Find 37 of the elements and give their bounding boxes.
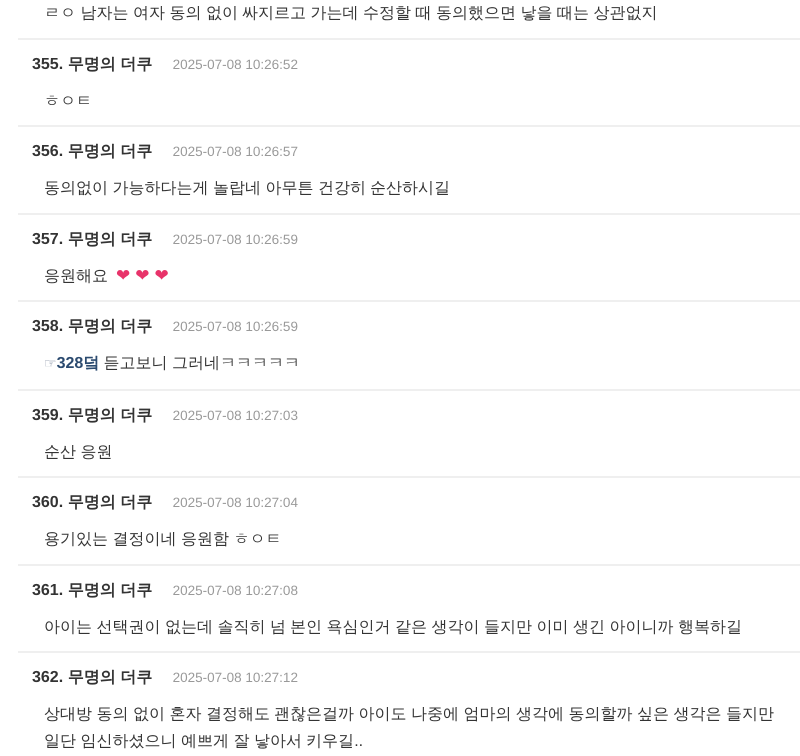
reply-link[interactable]: ☞328덬 (44, 355, 100, 372)
heart-icon: ❤ (154, 266, 169, 286)
comment-number: 355. (32, 54, 64, 74)
author-name: 무명의 더쿠 (68, 317, 153, 337)
comment-number: 362. (32, 668, 64, 688)
comment-text: ☞328덬 듣고보니 그러네ㅋㅋㅋㅋㅋ (44, 354, 300, 374)
comment-text: 응원해요 (44, 266, 108, 286)
comment-text: 상대방 동의 없이 혼자 결정해도 괜찮은걸까 아이도 나중에 엄마의 생각에 동의할까 싶은 생각은 들지만 일단 임신하셨으니 예쁘게 잘 낳아서 키우길.. (44, 705, 775, 752)
author-name: 무명의 더쿠 (68, 406, 153, 426)
heart-icon: ❤ (135, 266, 150, 286)
comment-text: 동의없이 가능하다는게 놀랍네 아무튼 건강히 순산하시길 (44, 179, 450, 199)
comment-text: 용기있는 결정이네 응원함 ㅎㅇㅌ (44, 530, 282, 550)
author-name: 무명의 더쿠 (68, 668, 153, 688)
comment-text: 순산 응원 (44, 442, 112, 462)
comment-text: 아이는 선택권이 없는데 솔직히 넘 본인 욕심인거 같은 생각이 들지만 이미 생긴 아이니까 행복하길 (44, 618, 742, 638)
comment-text: ㅎㅇㅌ (44, 92, 92, 112)
comment-timestamp: 2025-07-08 10:27:04 (172, 494, 298, 512)
comment-number: 359. (32, 406, 64, 426)
comment-number: 360. (32, 493, 64, 513)
author-name: 무명의 더쿠 (68, 580, 153, 600)
comment-timestamp: 2025-07-08 10:26:57 (172, 143, 298, 161)
comment-number: 358. (32, 317, 64, 337)
author-name: 무명의 더쿠 (68, 54, 153, 74)
comment-timestamp: 2025-07-08 10:27:08 (172, 582, 298, 600)
comment-timestamp: 2025-07-08 10:26:52 (172, 56, 298, 74)
comment-timestamp: 2025-07-08 10:26:59 (172, 318, 298, 336)
comment-timestamp: 2025-07-08 10:27:12 (172, 669, 298, 687)
comment-number: 357. (32, 230, 64, 250)
author-name: 무명의 더쿠 (68, 493, 153, 513)
comment-timestamp: 2025-07-08 10:27:03 (172, 406, 298, 424)
comment-text: ㄹㅇ 남자는 여자 동의 없이 싸지르고 가는데 수정할 때 동의했으면 낳을 때는 상관없지 (44, 4, 658, 24)
comment-number: 356. (32, 142, 64, 162)
comment-timestamp: 2025-07-08 10:26:59 (172, 230, 298, 248)
heart-icon: ❤ (116, 266, 130, 286)
comment-number: 361. (32, 580, 64, 600)
author-name: 무명의 더쿠 (68, 142, 153, 162)
author-name: 무명의 더쿠 (68, 230, 153, 250)
